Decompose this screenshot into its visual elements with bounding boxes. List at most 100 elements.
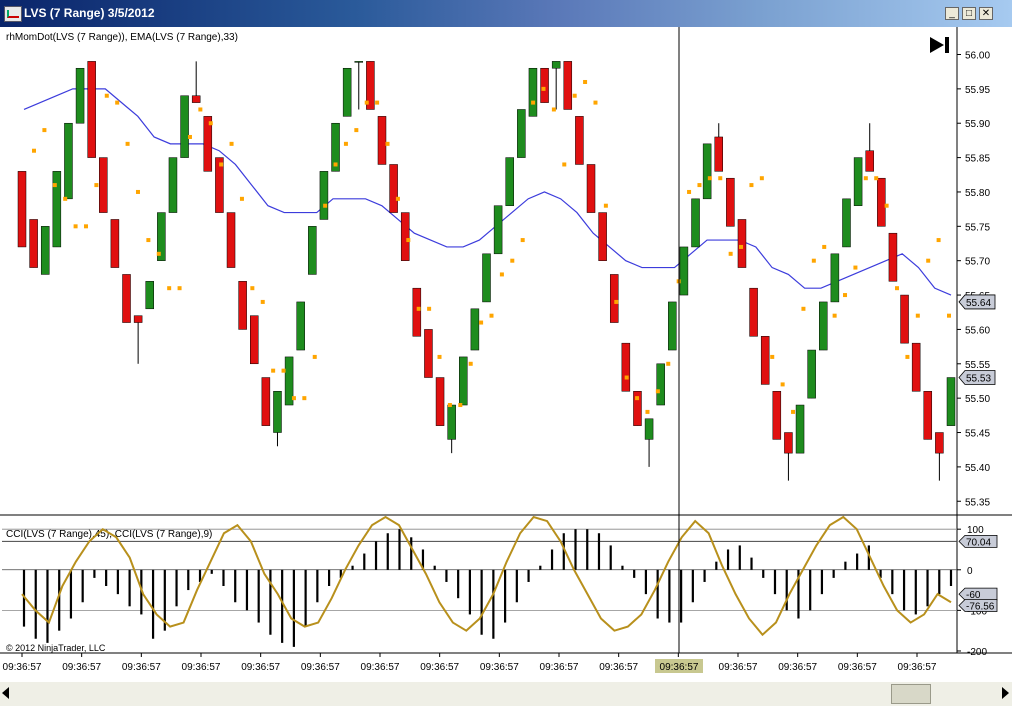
skip-to-end-icon[interactable] [930,37,949,53]
scroll-left-icon[interactable] [2,687,9,699]
minimize-button[interactable]: _ [945,7,959,20]
momentum-dot [520,238,525,243]
chart-area[interactable]: rhMomDot(LVS (7 Range)), EMA(LVS (7 Rang… [0,27,1012,682]
scroll-thumb[interactable] [891,684,931,704]
candle-body [87,61,96,158]
momentum-dot [271,368,276,373]
skip-arrow [930,37,944,53]
momentum-dot [437,354,442,359]
maximize-button[interactable]: □ [962,7,976,20]
momentum-dot [208,121,213,126]
price-tick-label: 55.85 [965,154,990,165]
momentum-dot [42,128,47,133]
momentum-dot [104,93,109,98]
candle-body [505,157,514,206]
momentum-dot [541,86,546,91]
candle-body [435,377,445,426]
time-tick-label: 09:36:57 [599,662,638,673]
time-tick-label: 09:36:57 [62,662,101,673]
candle-body [830,253,840,303]
momentum-dot [853,265,858,270]
cci-tick-label: 0 [967,566,973,577]
momentum-dot [489,313,494,318]
momentum-dot [562,162,567,167]
momentum-dot [416,306,421,311]
candle-body [644,418,654,440]
momentum-dot [115,100,120,105]
momentum-dot [167,286,172,291]
time-tick-label: 09:36:57 [361,662,400,673]
momentum-dot [239,196,244,201]
time-tick-label: 09:36:57 [241,662,280,673]
candle-body [679,246,689,296]
candle-body [180,95,189,158]
candle-body [877,177,886,227]
momentum-dot [385,141,390,146]
candle-body [749,287,758,337]
candle-body [191,95,201,103]
time-tick-label: 09:36:57 [3,662,42,673]
scroll-right-icon[interactable] [1002,687,1009,699]
chart-frame [0,27,1012,654]
candle-body [865,150,874,172]
momentum-dot [198,107,203,112]
candle-body [853,157,863,206]
candle-body [586,164,596,213]
price-tick-label: 55.95 [965,85,990,96]
candle-body [447,404,456,440]
candle-body [760,336,770,385]
candle-body [726,177,735,227]
momentum-dot [863,176,868,181]
momentum-dot [822,244,827,249]
momentum-dot [281,368,286,373]
price-panel-title: rhMomDot(LVS (7 Range)), EMA(LVS (7 Rang… [6,32,238,43]
momentum-dot [312,354,317,359]
candle-body [911,342,921,392]
price-tick-label: 55.45 [965,429,990,440]
momentum-dot [697,183,702,188]
momentum-dot [780,382,785,387]
cci-panel[interactable]: CCI(LVS (7 Range),45), CCI(LVS (7 Range)… [2,515,998,658]
momentum-dot [94,183,99,188]
time-tick-label: 09:36:57 [719,662,758,673]
candle-body [563,61,573,110]
horizontal-scrollbar[interactable] [0,682,1012,706]
candle-body [517,109,526,158]
cci-tick-label: -200 [967,647,987,658]
momentum-dot [291,396,296,401]
cci-last-label: -76.56 [966,602,995,613]
candle-body [551,61,561,69]
candle-body [470,308,480,351]
candle-body [459,356,468,406]
momentum-dot [572,93,577,98]
cci-panel-title: CCI(LVS (7 Range),45), CCI(LVS (7 Range)… [6,529,212,540]
price-panel[interactable]: rhMomDot(LVS (7 Range)), EMA(LVS (7 Rang… [6,32,996,508]
momentum-dot [915,313,920,318]
candle-body [819,301,828,351]
price-tick-label: 55.35 [965,497,990,508]
cci-tick-label: 100 [967,525,984,536]
momentum-dot [645,409,650,414]
price-tick-label: 55.80 [965,188,990,199]
momentum-dot [187,134,192,139]
momentum-dot [177,286,182,291]
momentum-dot [926,258,931,263]
momentum-dot [770,354,775,359]
candle-body [772,391,782,440]
candle-body [17,171,27,248]
candle-body [621,342,631,392]
momentum-dot [531,100,536,105]
momentum-dot [427,306,432,311]
close-button[interactable]: ✕ [979,7,993,20]
candle-body [540,67,549,103]
time-axis: 09:36:57 09:36:57 09:36:57 09:36:57 09:36:57… [3,653,937,673]
momentum-dot [884,203,889,208]
price-tick-label: 55.60 [965,325,990,336]
time-tick-label: 09:36:57 [540,662,579,673]
momentum-dot [364,100,369,105]
candle-body [29,219,38,268]
momentum-dot [32,148,36,153]
candle-body [888,232,898,282]
cci-axis: 1000-100-20070.04-60-76.56 [957,525,998,658]
candle-body [342,67,352,117]
